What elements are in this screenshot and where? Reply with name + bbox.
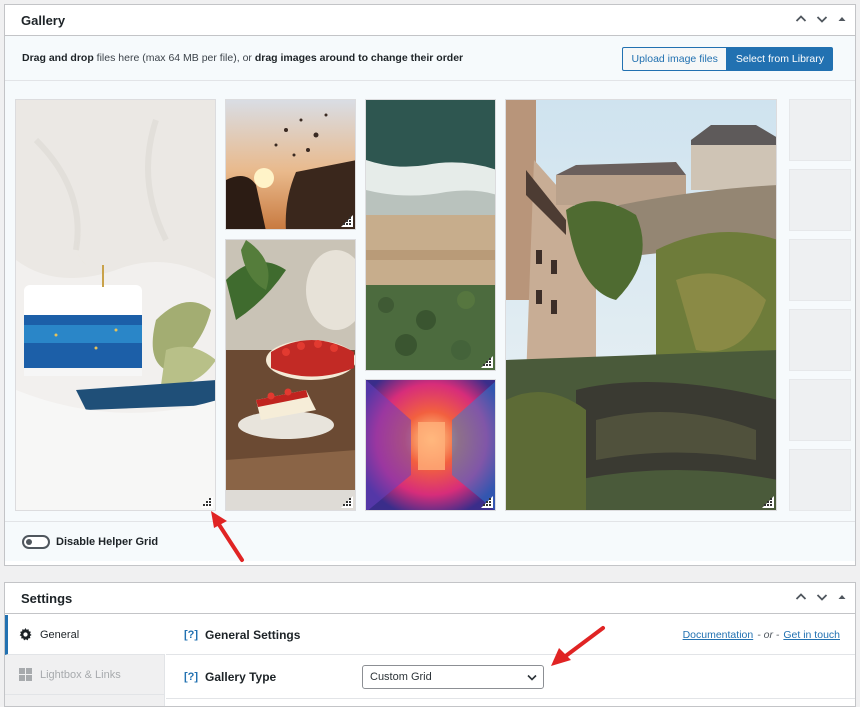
drop-zone-bar[interactable]: Drag and drop files here (max 64 MB per … [5,36,855,81]
helper-grid-toggle[interactable] [22,534,50,549]
drop-suffix: drag images around to change their order [254,52,464,64]
section-title: General Settings [205,627,301,642]
move-down-icon[interactable] [816,591,828,603]
sunset-wave-image [226,100,355,229]
settings-panel-header: Settings [5,583,855,614]
help-link[interactable]: [?] [184,629,198,641]
old-town-image [506,100,776,510]
resize-handle-icon[interactable] [762,496,774,508]
gallery-item-cake[interactable] [15,99,216,511]
settings-title: Settings [21,590,73,606]
helper-grid-row: Disable Helper Grid [5,521,855,561]
gallery-title: Gallery [21,12,66,28]
tab-lightbox-links-label: Lightbox & Links [40,668,121,681]
gallery-type-value: Custom Grid [370,671,432,683]
resize-handle-icon[interactable] [201,496,213,508]
tab-lightbox-links[interactable]: Lightbox & Links [5,655,164,695]
panel-controls [795,591,847,603]
helper-grid-cell [789,309,851,371]
collapse-toggle-icon[interactable] [837,14,847,24]
helper-grid-cell [789,99,851,161]
grid-icon [19,668,32,681]
helper-grid-cell [789,379,851,441]
gallery-item-old-town[interactable] [505,99,777,511]
gallery-type-label: Gallery Type [205,669,277,684]
help-link[interactable]: [?] [184,671,198,683]
settings-content: [?] General Settings Documentation - or -… [166,615,855,706]
drop-prefix: Drag and drop [22,52,94,64]
help-links: Documentation - or - Get in touch [683,629,840,641]
gallery-item-neon-corridor[interactable] [365,379,496,511]
neon-corridor-image [366,380,495,510]
settings-panel: Settings General Lightbox & Links [?] Ge… [4,582,856,707]
beach-aerial-image [366,100,495,370]
gallery-grid [5,81,855,521]
tab-general[interactable]: General [5,615,165,655]
gallery-panel: Gallery Drag and drop files here (max 64… [4,4,856,566]
cake-image [16,100,215,510]
helper-grid-label: Disable Helper Grid [56,535,159,548]
chevron-down-icon [527,674,537,681]
resize-handle-icon[interactable] [341,496,353,508]
gallery-item-beach-aerial[interactable] [365,99,496,371]
documentation-link[interactable]: Documentation [683,629,754,641]
drop-middle: files here (max 64 MB per file), or [93,52,255,64]
gallery-item-sunset-wave[interactable] [225,99,356,230]
or-separator: - or - [757,628,780,641]
helper-grid-cell [789,239,851,301]
resize-handle-icon[interactable] [481,356,493,368]
settings-tabs: General Lightbox & Links [5,615,165,706]
drop-instructions: Drag and drop files here (max 64 MB per … [22,52,463,64]
general-settings-header: [?] General Settings Documentation - or -… [166,615,855,655]
gear-icon [19,628,32,641]
move-up-icon[interactable] [795,591,807,603]
helper-grid-cell [789,169,851,231]
gallery-type-row: [?] Gallery Type Custom Grid [166,655,855,699]
upload-button-group: Upload image files Select from Library [622,47,833,71]
gallery-type-select[interactable]: Custom Grid [362,665,544,689]
helper-grid-cell [789,449,851,511]
upload-image-files-button[interactable]: Upload image files [622,47,727,71]
tab-general-label: General [40,628,80,641]
cheesecake-image [226,240,355,510]
panel-controls [795,13,847,25]
move-up-icon[interactable] [795,13,807,25]
get-in-touch-link[interactable]: Get in touch [783,629,840,641]
collapse-toggle-icon[interactable] [837,592,847,602]
move-down-icon[interactable] [816,13,828,25]
gallery-item-cheesecake[interactable] [225,239,356,511]
gallery-panel-header: Gallery [5,5,855,36]
resize-handle-icon[interactable] [341,215,353,227]
resize-handle-icon[interactable] [481,496,493,508]
select-from-library-button[interactable]: Select from Library [726,47,833,71]
